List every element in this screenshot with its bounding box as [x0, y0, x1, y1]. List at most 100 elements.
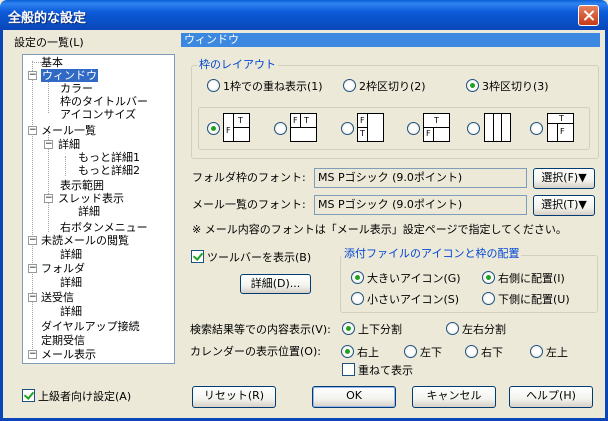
list-font-field: MS Pゴシック (9.0ポイント) [314, 195, 527, 215]
search-display-label: 検索結果等での内容表示(V): [190, 323, 331, 336]
layout-icon-radio-6[interactable] [530, 122, 543, 135]
folder-font-field: MS Pゴシック (9.0ポイント) [314, 168, 527, 188]
cancel-button[interactable]: キャンセル [412, 386, 496, 408]
layout-radio-2[interactable] [343, 79, 356, 92]
layout-icon-radio-5[interactable] [467, 122, 480, 135]
layout-6-icon[interactable]: T F [547, 113, 574, 142]
tree-item-color[interactable]: カラー [60, 82, 93, 95]
folder-font-select-button[interactable]: 選択(F)▼ [533, 168, 595, 189]
tree-item-thread-detail[interactable]: 詳細 [78, 205, 100, 218]
calendar-bottom-left-radio[interactable] [404, 345, 417, 358]
layout-option-3-label: 3枠区切り(3) [482, 80, 549, 93]
attachment-group-label: 添付ファイルのアイコンと枠の配置 [342, 247, 522, 260]
tree-item-folder[interactable]: フォルダ [41, 262, 85, 275]
calendar-position-label: カレンダーの表示位置(O): [190, 345, 321, 358]
layout-1-icon[interactable]: F T [223, 113, 250, 142]
calendar-top-right-label: 右上 [357, 346, 379, 359]
tree-item-send-receive-detail[interactable]: 詳細 [60, 305, 82, 318]
frame-layout-group-label: 枠のレイアウト [197, 58, 278, 71]
layout-5-icon[interactable] [484, 113, 511, 142]
tree-item-unread-detail[interactable]: 詳細 [60, 248, 82, 261]
small-icon-radio[interactable] [351, 292, 364, 305]
tree-item-basic[interactable]: 基本 [41, 56, 63, 69]
title-bar: 全般的な設定 [0, 0, 608, 30]
toolbar-detail-button[interactable]: 詳細(D)... [240, 274, 311, 294]
tree-item-mail-list-detail[interactable]: 詳細 [58, 138, 80, 151]
settings-tree[interactable]: 基本 − ウィンドウ カラー 枠のタイトルバー アイコンサイズ − メール一覧 … [22, 54, 175, 364]
layout-3-icon[interactable]: F T [357, 113, 384, 142]
tree-line [65, 156, 66, 176]
tree-item-more-detail-2[interactable]: もっと詳細2 [78, 164, 140, 177]
layout-option-2-label: 2枠区切り(2) [359, 80, 426, 93]
tree-item-display-range[interactable]: 表示範囲 [60, 179, 104, 192]
large-icon-label: 大きいアイコン(G) [367, 272, 461, 285]
tree-item-icon-size[interactable]: アイコンサイズ [60, 108, 136, 121]
right-place-radio[interactable] [482, 271, 495, 284]
calendar-top-left-label: 左上 [546, 346, 568, 359]
window-frame-left [0, 30, 3, 421]
search-display-vertical-radio[interactable] [342, 322, 355, 335]
calendar-top-left-radio[interactable] [530, 345, 543, 358]
small-icon-label: 小さいアイコン(S) [367, 293, 460, 306]
collapse-icon[interactable]: − [28, 293, 37, 302]
list-font-select-button[interactable]: 選択(T)▼ [533, 195, 595, 216]
search-display-horizontal-radio[interactable] [446, 322, 459, 335]
show-toolbar-label: ツールバーを表示(B) [207, 251, 312, 264]
tree-item-send-receive[interactable]: 送受信 [41, 291, 74, 304]
layout-radio-1[interactable] [207, 79, 220, 92]
folder-font-label: フォルダ枠のフォント: [192, 171, 306, 184]
layout-icon-radio-3[interactable] [341, 122, 354, 135]
bottom-place-label: 下側に配置(U) [498, 293, 570, 306]
section-header: ウィンドウ [181, 33, 600, 47]
layout-option-1-label: 1枠での重ね表示(1) [223, 80, 323, 93]
collapse-icon[interactable]: − [28, 126, 37, 135]
advanced-settings-label: 上級者向け設定(A) [38, 390, 132, 403]
tree-item-periodic-receive[interactable]: 定期受信 [41, 334, 85, 347]
close-button[interactable] [578, 5, 599, 26]
tree-item-mail-list[interactable]: メール一覧 [41, 124, 96, 137]
layout-4-icon[interactable]: T F [423, 113, 450, 142]
overlap-label: 重ねて表示 [358, 364, 413, 377]
collapse-icon[interactable]: − [44, 194, 53, 203]
layout-radio-3[interactable] [466, 79, 479, 92]
tree-item-folder-detail[interactable]: 詳細 [60, 276, 82, 289]
tree-item-window[interactable]: ウィンドウ [41, 69, 98, 82]
bottom-place-radio[interactable] [482, 292, 495, 305]
tree-item-dialup[interactable]: ダイヤルアップ接続 [41, 320, 140, 333]
list-font-label: メール一覧のフォント: [192, 198, 306, 211]
ok-button[interactable]: OK [312, 386, 396, 408]
tree-item-mail-display[interactable]: メール表示 [41, 348, 96, 361]
calendar-bottom-right-radio[interactable] [465, 345, 478, 358]
calendar-top-right-radio[interactable] [341, 345, 354, 358]
collapse-icon[interactable]: − [28, 71, 37, 80]
tree-item-thread-display[interactable]: スレッド表示 [58, 192, 124, 205]
tree-item-frame-titlebar[interactable]: 枠のタイトルバー [60, 95, 148, 108]
show-toolbar-checkbox[interactable] [191, 250, 204, 263]
calendar-bottom-left-label: 左下 [420, 346, 442, 359]
search-display-horizontal-label: 左右分割 [462, 323, 506, 336]
layout-icon-radio-4[interactable] [407, 122, 420, 135]
tree-line [32, 61, 33, 353]
tree-label: 設定の一覧(L) [14, 36, 84, 49]
window-title: 全般的な設定 [8, 11, 87, 26]
font-note: ※ メール内容のフォントは「メール表示」設定ページで指定してください。 [192, 223, 567, 236]
tree-item-right-menu[interactable]: 右ボタンメニュー [60, 221, 148, 234]
collapse-icon[interactable]: − [28, 264, 37, 273]
calendar-bottom-right-label: 右下 [481, 346, 503, 359]
layout-2-icon[interactable]: F T [290, 113, 317, 142]
layout-icon-radio-1[interactable] [207, 122, 220, 135]
help-button[interactable]: ヘルプ(H) [509, 386, 593, 408]
layout-icon-radio-2[interactable] [274, 122, 287, 135]
collapse-icon[interactable]: − [44, 140, 53, 149]
tree-item-more-detail-1[interactable]: もっと詳細1 [78, 151, 140, 164]
reset-button[interactable]: リセット(R) [192, 386, 276, 408]
tree-item-unread[interactable]: 未読メールの閲覧 [41, 234, 129, 247]
large-icon-radio[interactable] [351, 271, 364, 284]
advanced-settings-checkbox[interactable] [22, 389, 35, 402]
right-place-label: 右側に配置(I) [498, 272, 565, 285]
tree-line [48, 81, 49, 113]
overlap-checkbox[interactable] [342, 363, 355, 376]
collapse-icon[interactable]: − [28, 236, 37, 245]
search-display-vertical-label: 上下分割 [358, 323, 402, 336]
expand-icon[interactable]: − [28, 350, 37, 359]
